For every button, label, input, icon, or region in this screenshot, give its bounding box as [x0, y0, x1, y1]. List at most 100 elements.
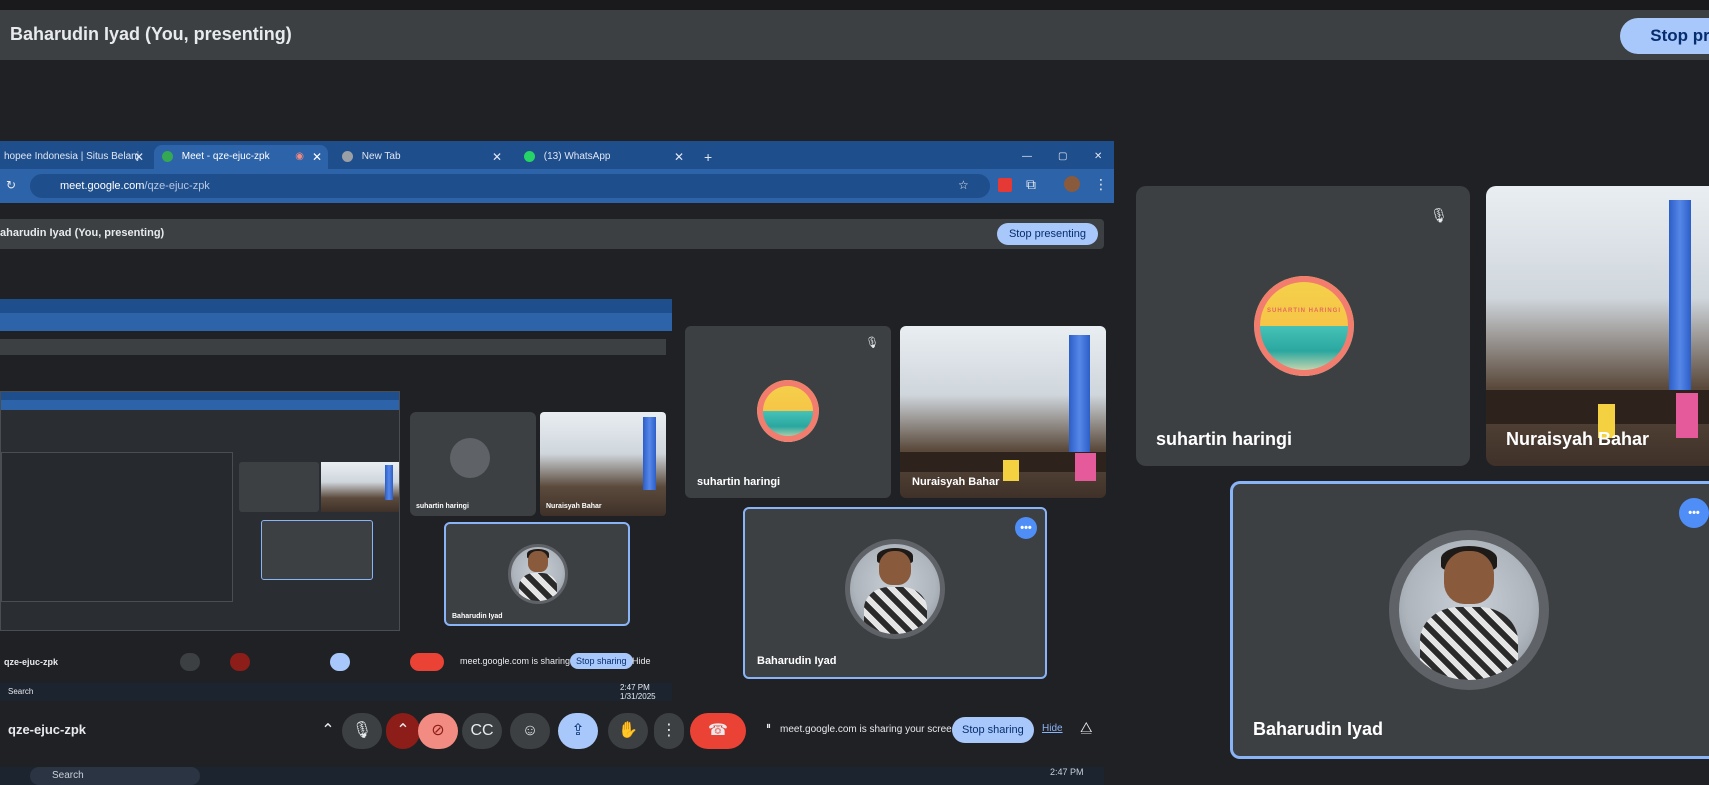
- sharing-notice: meet.google.com is sharing your screen.: [780, 724, 961, 735]
- tab-label: Meet - qze-ejuc-zpk: [181, 151, 270, 162]
- participant-name: Baharudin Iyad: [1253, 719, 1384, 739]
- minimize-icon[interactable]: —: [1022, 145, 1038, 169]
- tab-new-tab[interactable]: New Tab ✕: [334, 145, 508, 169]
- url-host: meet.google.com: [60, 180, 145, 192]
- inner-tile-nuraisyah: Nuraisyah Bahar: [900, 326, 1106, 498]
- url-path: /qze-ejuc-zpk: [144, 180, 210, 192]
- suhartin-logo: [757, 380, 819, 442]
- participant-name: Baharudin Iyad: [757, 655, 837, 667]
- participant-name: Nuraisyah Bahar: [912, 476, 1000, 488]
- hide-link[interactable]: Hide: [1042, 723, 1063, 734]
- tab-meet[interactable]: Meet - qze-ejuc-zpk ◉ ✕: [154, 145, 328, 169]
- close-icon[interactable]: ✕: [312, 145, 322, 169]
- tab-label: (13) WhatsApp: [543, 151, 611, 162]
- nested-recursive-window: [0, 391, 400, 631]
- tab-label: hopee Indonesia | Situs Belanj: [4, 151, 139, 162]
- taskbar-time: 2:47 PM: [1050, 767, 1084, 777]
- shared-screen: hopee Indonesia | Situs Belanj ✕ Meet - …: [0, 141, 1114, 785]
- speaking-indicator-icon: •••: [1679, 498, 1709, 528]
- tile-suhartin: SUHARTIN HARINGI 🎙 suhartin haringi: [1136, 186, 1470, 466]
- participant-name: Nuraisyah Bahar: [546, 503, 602, 510]
- nested-tile-nuraisyah: Nuraisyah Bahar: [540, 412, 666, 516]
- end-call-button[interactable]: ☎: [690, 713, 746, 749]
- tab-label: New Tab: [361, 151, 401, 162]
- nested-presenting-bar: [0, 339, 666, 355]
- browser-tab-bar: hopee Indonesia | Situs Belanj ✕ Meet - …: [0, 141, 1114, 169]
- window-close-icon[interactable]: ✕: [1094, 145, 1110, 169]
- globe-icon: [342, 150, 353, 162]
- nested-end-call-button: [410, 653, 444, 671]
- recording-icon: ◉: [295, 151, 304, 162]
- nested-address-bar: [0, 313, 672, 331]
- nested-taskbar: Search 2:47 PM 1/31/2025: [0, 683, 672, 701]
- inner-stop-presenting-button[interactable]: Stop presenting: [996, 223, 1098, 245]
- inner-presenting-title: aharudin Iyad (You, presenting): [0, 227, 165, 239]
- extension-icon[interactable]: [998, 178, 1012, 192]
- presenting-title: Baharudin Iyad (You, presenting): [10, 24, 292, 44]
- nested-stop-sharing: Stop sharing: [570, 653, 633, 669]
- nested-tile-baharudin: Baharudin Iyad: [444, 522, 630, 626]
- inner-presenting-bar: aharudin Iyad (You, presenting) Stop pre…: [0, 219, 1104, 249]
- nested-camera-button: [230, 653, 250, 671]
- menu-dots-icon[interactable]: ⋮: [1094, 176, 1108, 193]
- meet-favicon-icon: [162, 150, 173, 162]
- participant-name: Baharudin Iyad: [452, 613, 503, 620]
- participant-name: suhartin haringi: [416, 503, 469, 510]
- emoji-button[interactable]: ☺: [510, 713, 550, 749]
- address-bar: ↻ meet.google.com/qze-ejuc-zpk ☆ ⧉ ⋮: [0, 169, 1114, 203]
- nested-present-button: [330, 653, 350, 671]
- captions-button[interactable]: CC: [462, 713, 502, 749]
- inner-tile-suhartin: 🎙 suhartin haringi: [685, 326, 891, 498]
- profile-avatar[interactable]: [1064, 176, 1080, 192]
- present-button[interactable]: ⇪: [558, 713, 598, 749]
- participant-name: Nuraisyah Bahar: [1506, 429, 1650, 449]
- mic-off-icon: 🎙: [1424, 200, 1454, 230]
- bookmark-star-icon[interactable]: ☆: [958, 178, 969, 192]
- close-icon[interactable]: ✕: [492, 145, 502, 169]
- participant-name: suhartin haringi: [697, 476, 781, 488]
- nested-mic-button: [180, 653, 200, 671]
- url-field[interactable]: meet.google.com/qze-ejuc-zpk: [30, 174, 990, 198]
- meet-toolbar: qze-ejuc-zpk ⌃ 🎙 ⌃ ⊘ CC ☺ ⇪ ✋ ⋮ ☎ ⏸ meet…: [0, 707, 1104, 757]
- puzzle-icon[interactable]: ⧉: [1026, 176, 1036, 193]
- activities-icon[interactable]: ⧋: [1080, 719, 1093, 736]
- maximize-icon[interactable]: ▢: [1058, 145, 1074, 169]
- stop-sharing-button[interactable]: Stop sharing: [952, 717, 1034, 743]
- taskbar-search-label: Search: [52, 770, 84, 781]
- raise-hand-button[interactable]: ✋: [608, 713, 648, 749]
- close-icon[interactable]: ✕: [674, 145, 684, 169]
- nested-tab-bar: [0, 299, 672, 313]
- nested-tile-suhartin: suhartin haringi: [410, 412, 536, 516]
- camera-off-button[interactable]: ⊘: [418, 713, 458, 749]
- top-strip: [0, 0, 1709, 10]
- tab-whatsapp[interactable]: (13) WhatsApp ✕: [516, 145, 690, 169]
- close-icon[interactable]: ✕: [134, 145, 144, 169]
- speaking-indicator-icon: •••: [1015, 517, 1037, 539]
- camera-options-icon[interactable]: ⌃: [386, 713, 420, 749]
- reload-icon[interactable]: ↻: [6, 178, 16, 192]
- whatsapp-icon: [524, 150, 535, 162]
- tab-shopee[interactable]: hopee Indonesia | Situs Belanj ✕: [0, 145, 150, 169]
- mic-button[interactable]: 🎙: [342, 713, 382, 749]
- presenting-bar: Baharudin Iyad (You, presenting) Stop pr: [0, 10, 1709, 60]
- nested-search: Search: [8, 687, 34, 696]
- suhartin-logo: SUHARTIN HARINGI: [1254, 276, 1354, 376]
- nested-meeting-code: qze-ejuc-zpk: [4, 657, 59, 667]
- nested-time: 2:47 PM: [620, 683, 650, 692]
- nested-hide: Hide: [632, 656, 651, 666]
- nested-date: 1/31/2025: [620, 692, 656, 701]
- tile-nuraisyah: Nuraisyah Bahar: [1486, 186, 1709, 466]
- taskbar-search[interactable]: Search: [30, 767, 200, 785]
- logo-text: SUHARTIN HARINGI: [1267, 308, 1341, 314]
- more-options-icon[interactable]: ⋮: [654, 713, 684, 749]
- meeting-code: qze-ejuc-zpk: [8, 722, 87, 737]
- inner-tile-baharudin: ••• Baharudin Iyad: [743, 507, 1047, 679]
- chevron-up-icon[interactable]: ⌃: [310, 713, 346, 749]
- nested-screen-preview: suhartin haringi Nuraisyah Bahar Baharud…: [0, 299, 672, 701]
- stop-presenting-button[interactable]: Stop pr: [1620, 18, 1709, 54]
- mic-off-icon: 🎙: [861, 332, 883, 354]
- pause-icon: ⏸: [766, 721, 771, 732]
- tile-baharudin: ••• Baharudin Iyad: [1230, 481, 1709, 759]
- new-tab-button[interactable]: +: [704, 145, 724, 169]
- participant-name: suhartin haringi: [1156, 429, 1293, 449]
